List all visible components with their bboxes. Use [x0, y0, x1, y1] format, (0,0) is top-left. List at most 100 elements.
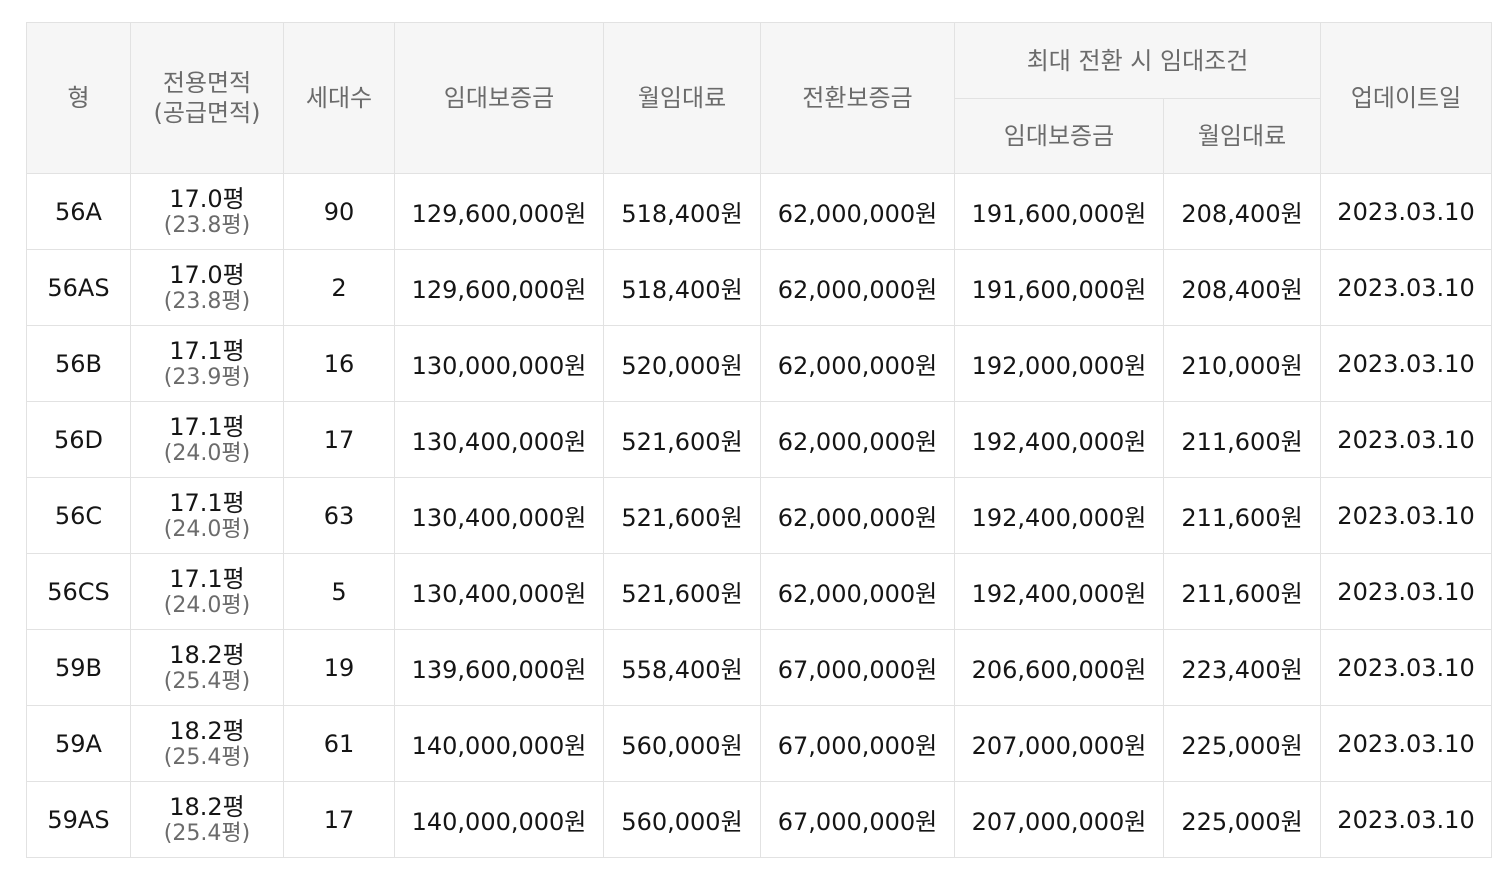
- supply-area: (23.8평): [163, 288, 251, 314]
- cell-type: 56AS: [26, 249, 131, 326]
- supply-area: (25.4평): [163, 744, 251, 770]
- table-row: 56AS 17.0평 (23.8평) 2 129,600,000원 518,400원 62,…: [26, 249, 1493, 326]
- cell-max-deposit: 192,000,000원: [954, 325, 1164, 402]
- cell-households: 5: [283, 553, 395, 630]
- cell-area: 17.1평 (24.0평): [130, 477, 284, 554]
- exclusive-area: 18.2평: [169, 792, 245, 821]
- cell-households: 17: [283, 401, 395, 478]
- cell-updated: 2023.03.10: [1320, 629, 1493, 706]
- exclusive-area: 17.1평: [169, 336, 245, 365]
- cell-max-monthly-rent: 211,600원: [1162, 477, 1322, 554]
- cell-area: 18.2평 (25.4평): [130, 705, 284, 782]
- table-row: 56CS 17.1평 (24.0평) 5 130,400,000원 521,600원 62,…: [26, 553, 1493, 630]
- cell-area: 17.1평 (23.9평): [130, 325, 284, 402]
- cell-conversion-deposit: 62,000,000원: [760, 173, 955, 250]
- cell-conversion-deposit: 62,000,000원: [760, 477, 955, 554]
- cell-updated: 2023.03.10: [1320, 173, 1493, 250]
- cell-monthly-rent: 560,000원: [603, 781, 761, 858]
- cell-monthly-rent: 521,600원: [603, 553, 761, 630]
- cell-max-monthly-rent: 211,600원: [1162, 553, 1322, 630]
- cell-type: 56CS: [26, 553, 131, 630]
- cell-max-deposit: 191,600,000원: [954, 249, 1164, 326]
- cell-max-deposit: 192,400,000원: [954, 553, 1164, 630]
- table-row: 59AS 18.2평 (25.4평) 17 140,000,000원 560,000원 67…: [26, 781, 1493, 858]
- header-deposit: 임대보증금: [394, 22, 604, 174]
- cell-deposit: 130,400,000원: [394, 477, 604, 554]
- exclusive-area: 17.1평: [169, 412, 245, 441]
- cell-conversion-deposit: 62,000,000원: [760, 325, 955, 402]
- cell-area: 17.0평 (23.8평): [130, 249, 284, 326]
- header-updated: 업데이트일: [1320, 22, 1493, 174]
- header-max-conversion-group: 최대 전환 시 임대조건: [953, 22, 1322, 99]
- cell-households: 2: [283, 249, 395, 326]
- cell-monthly-rent: 521,600원: [603, 401, 761, 478]
- cell-conversion-deposit: 67,000,000원: [760, 705, 955, 782]
- cell-updated: 2023.03.10: [1320, 781, 1493, 858]
- cell-updated: 2023.03.10: [1320, 325, 1493, 402]
- cell-area: 18.2평 (25.4평): [130, 781, 284, 858]
- cell-type: 56B: [26, 325, 131, 402]
- header-monthly-rent: 월임대료: [603, 22, 761, 174]
- table-row: 56A 17.0평 (23.8평) 90 129,600,000원 518,400원 62,…: [26, 173, 1493, 250]
- cell-max-monthly-rent: 225,000원: [1162, 705, 1322, 782]
- cell-deposit: 130,400,000원: [394, 553, 604, 630]
- header-conversion-deposit: 전환보증금: [760, 22, 955, 174]
- table-row: 59B 18.2평 (25.4평) 19 139,600,000원 558,400원 67,…: [26, 629, 1493, 706]
- cell-monthly-rent: 518,400원: [603, 173, 761, 250]
- cell-monthly-rent: 560,000원: [603, 705, 761, 782]
- cell-households: 90: [283, 173, 395, 250]
- cell-households: 61: [283, 705, 395, 782]
- cell-households: 17: [283, 781, 395, 858]
- cell-households: 19: [283, 629, 395, 706]
- cell-max-deposit: 191,600,000원: [954, 173, 1164, 250]
- cell-max-monthly-rent: 211,600원: [1162, 401, 1322, 478]
- cell-conversion-deposit: 62,000,000원: [760, 401, 955, 478]
- rental-conditions-table: 형 전용면적 (공급면적) 세대수 임대보증금 월임대료 전환보증금 최대 전환…: [26, 22, 1493, 858]
- cell-max-deposit: 192,400,000원: [954, 401, 1164, 478]
- cell-max-monthly-rent: 225,000원: [1162, 781, 1322, 858]
- cell-deposit: 139,600,000원: [394, 629, 604, 706]
- table-row: 56C 17.1평 (24.0평) 63 130,400,000원 521,600원 62,…: [26, 477, 1493, 554]
- cell-type: 56D: [26, 401, 131, 478]
- table-body: 56A 17.0평 (23.8평) 90 129,600,000원 518,400원 62,…: [26, 173, 1493, 858]
- cell-max-monthly-rent: 223,400원: [1162, 629, 1322, 706]
- cell-max-deposit: 207,000,000원: [954, 705, 1164, 782]
- cell-max-monthly-rent: 208,400원: [1162, 173, 1322, 250]
- cell-monthly-rent: 520,000원: [603, 325, 761, 402]
- supply-area: (25.4평): [163, 668, 251, 694]
- cell-updated: 2023.03.10: [1320, 553, 1493, 630]
- exclusive-area: 17.1평: [169, 564, 245, 593]
- cell-updated: 2023.03.10: [1320, 705, 1493, 782]
- cell-area: 18.2평 (25.4평): [130, 629, 284, 706]
- cell-updated: 2023.03.10: [1320, 477, 1493, 554]
- cell-conversion-deposit: 62,000,000원: [760, 553, 955, 630]
- cell-conversion-deposit: 67,000,000원: [760, 781, 955, 858]
- cell-households: 63: [283, 477, 395, 554]
- cell-type: 59A: [26, 705, 131, 782]
- supply-area: (25.4평): [163, 820, 251, 846]
- cell-deposit: 130,000,000원: [394, 325, 604, 402]
- cell-area: 17.1평 (24.0평): [130, 553, 284, 630]
- cell-monthly-rent: 521,600원: [603, 477, 761, 554]
- cell-monthly-rent: 518,400원: [603, 249, 761, 326]
- exclusive-area: 18.2평: [169, 640, 245, 669]
- cell-deposit: 140,000,000원: [394, 781, 604, 858]
- cell-conversion-deposit: 67,000,000원: [760, 629, 955, 706]
- table-row: 59A 18.2평 (25.4평) 61 140,000,000원 560,000원 67,…: [26, 705, 1493, 782]
- header-max-monthly-rent: 월임대료: [1162, 98, 1322, 174]
- supply-area: (23.9평): [163, 364, 251, 390]
- cell-max-deposit: 192,400,000원: [954, 477, 1164, 554]
- cell-conversion-deposit: 62,000,000원: [760, 249, 955, 326]
- header-households: 세대수: [283, 22, 395, 174]
- exclusive-area: 17.0평: [169, 260, 245, 289]
- cell-type: 59AS: [26, 781, 131, 858]
- supply-area: (23.8평): [163, 212, 251, 238]
- header-area: 전용면적 (공급면적): [130, 22, 284, 174]
- cell-type: 56C: [26, 477, 131, 554]
- cell-deposit: 129,600,000원: [394, 173, 604, 250]
- supply-area: (24.0평): [163, 440, 251, 466]
- cell-monthly-rent: 558,400원: [603, 629, 761, 706]
- exclusive-area: 17.0평: [169, 184, 245, 213]
- header-area-line2: (공급면적): [153, 99, 261, 127]
- cell-max-deposit: 206,600,000원: [954, 629, 1164, 706]
